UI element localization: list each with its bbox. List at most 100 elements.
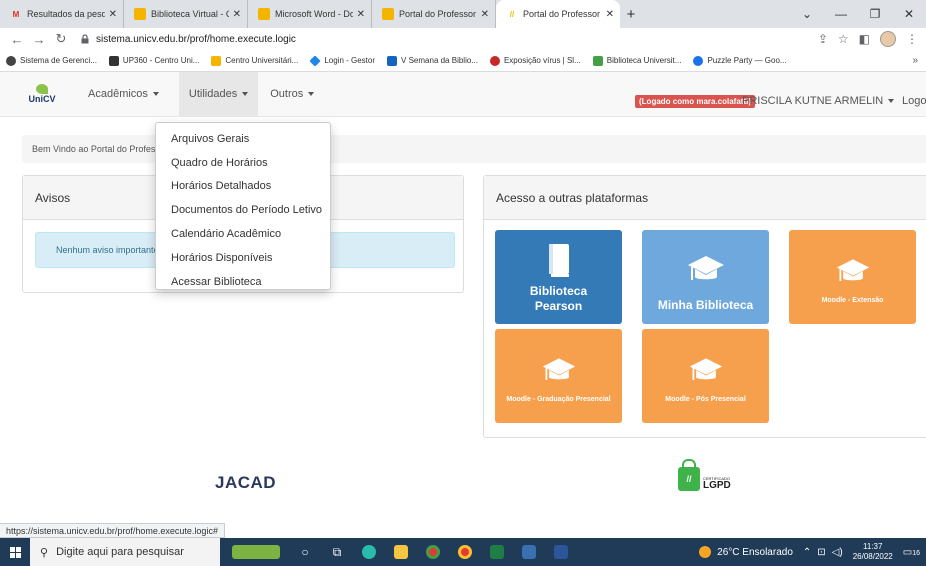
bookmark-item[interactable]: V Semana da Biblio... xyxy=(387,55,478,66)
word-icon[interactable] xyxy=(548,538,574,566)
close-tab-icon[interactable]: ✕ xyxy=(357,9,365,20)
news-widget-icon[interactable] xyxy=(226,538,286,566)
bookmark-item[interactable]: UP360 - Centro Uni... xyxy=(108,55,199,66)
clock-date: 26/08/2022 xyxy=(852,552,893,561)
close-tab-icon[interactable]: ✕ xyxy=(606,9,614,20)
user-menu[interactable]: PRISCILA KUTNE ARMELIN xyxy=(742,95,895,107)
tile-label: Moodle - Extensão xyxy=(821,297,884,304)
unicv-icon xyxy=(258,8,270,20)
taskbar-search[interactable]: ⚲ Digite aqui para pesquisar xyxy=(30,538,220,566)
bookmark-flag-icon xyxy=(387,55,398,66)
minimize-icon[interactable]: — xyxy=(824,0,858,28)
unicv-icon xyxy=(382,8,394,20)
browser-tab-active[interactable]: // Portal do Professor | SWAJAC ✕ xyxy=(496,0,620,28)
edge-icon[interactable] xyxy=(356,538,382,566)
network-icon[interactable]: ⊡ xyxy=(817,547,825,558)
tab-title: Biblioteca Virtual - Centro Un xyxy=(151,9,229,19)
windows-icon xyxy=(9,546,21,558)
lgpd-big: LGPD xyxy=(703,480,731,491)
bookmark-item[interactable]: Puzzle Party — Goo... xyxy=(693,55,787,66)
status-url: https://sistema.unicv.edu.br/prof/home.e… xyxy=(0,523,225,538)
excel-icon[interactable] xyxy=(484,538,510,566)
menu-item-calendario-academico[interactable]: Calendário Acadêmico xyxy=(156,222,330,246)
nav-utilidades[interactable]: Utilidades xyxy=(178,71,259,117)
browser-tab-strip: M Resultados da pesquisa - ma ✕ Bibliote… xyxy=(0,0,926,28)
nav-outros[interactable]: Outros xyxy=(266,72,318,117)
chrome-icon[interactable] xyxy=(420,538,446,566)
chevron-up-icon[interactable]: ⌃ xyxy=(803,547,811,558)
more-bookmarks-icon[interactable]: » xyxy=(912,55,918,66)
tile-moodle-pos[interactable]: Moodle - Pós Presencial xyxy=(642,329,769,423)
tile-label: Moodle - Graduação Presencial xyxy=(506,396,611,403)
bookmark-item[interactable]: Sistema de Gerenci... xyxy=(6,55,97,66)
menu-item-documentos-periodo[interactable]: Documentos do Período Letivo xyxy=(156,198,330,222)
reload-icon[interactable]: ↻ xyxy=(52,31,70,47)
browser-tab[interactable]: M Resultados da pesquisa - ma ✕ xyxy=(0,0,124,28)
notification-icon[interactable]: ▭16 xyxy=(903,547,920,558)
volume-icon[interactable]: ◁) xyxy=(832,547,843,558)
close-tab-icon[interactable]: ✕ xyxy=(233,9,241,20)
back-icon[interactable]: ← xyxy=(8,32,26,47)
gmail-icon: M xyxy=(12,9,20,19)
logout-link[interactable]: Logout xyxy=(902,95,926,107)
menu-item-arquivos-gerais[interactable]: Arquivos Gerais xyxy=(156,127,330,151)
caret-down-icon xyxy=(888,99,895,103)
graduation-cap-icon xyxy=(689,358,722,380)
tile-biblioteca-pearson[interactable]: Biblioteca Pearson xyxy=(495,230,622,324)
menu-item-horarios-disponiveis[interactable]: Horários Disponíveis xyxy=(156,246,330,270)
tile-moodle-extensao[interactable]: Moodle - Extensão xyxy=(789,230,916,324)
app-icon[interactable] xyxy=(516,538,542,566)
library-icon xyxy=(592,55,603,66)
panel-heading: Acesso a outras plataformas xyxy=(484,176,926,220)
unicv-logo[interactable]: UniCV xyxy=(22,84,62,104)
bookmark-label: Centro Universitári... xyxy=(225,56,299,65)
menu-item-quadro-horarios[interactable]: Quadro de Horários xyxy=(156,151,330,175)
bookmark-label: Exposição vírus | Sl... xyxy=(503,56,581,65)
bookmark-item[interactable]: Exposição vírus | Sl... xyxy=(489,55,581,66)
book-icon xyxy=(548,244,569,277)
panel-title: Avisos xyxy=(35,190,71,205)
folder-glyph xyxy=(394,545,408,559)
new-tab-button[interactable]: + xyxy=(620,0,642,28)
tile-moodle-graduacao[interactable]: Moodle - Graduação Presencial xyxy=(495,329,622,423)
close-window-icon[interactable]: ✕ xyxy=(892,0,926,28)
weather-text[interactable]: 26°C Ensolarado xyxy=(717,547,793,558)
tab-title: Microsoft Word - Documento xyxy=(275,9,353,19)
system-tray: 26°C Ensolarado ⌃ ⊡ ◁) 11:37 26/08/2022 … xyxy=(699,538,926,566)
url-field[interactable]: sistema.unicv.edu.br/prof/home.execute.l… xyxy=(80,34,818,45)
excel-glyph xyxy=(490,545,504,559)
start-button[interactable] xyxy=(0,538,30,566)
bookmark-label: Puzzle Party — Goo... xyxy=(707,56,787,65)
menu-item-horarios-detalhados[interactable]: Horários Detalhados xyxy=(156,175,330,199)
search-placeholder: Digite aqui para pesquisar xyxy=(56,546,184,558)
lgpd-seal: // CERTIFICADO LGPD xyxy=(678,459,731,491)
bookmark-star-icon[interactable]: ☆ xyxy=(838,32,849,46)
menu-item-acessar-biblioteca[interactable]: Acessar Biblioteca xyxy=(156,270,330,294)
edge-glyph xyxy=(362,545,376,559)
file-explorer-icon[interactable] xyxy=(388,538,414,566)
close-tab-icon[interactable]: ✕ xyxy=(109,9,117,20)
browser-tab[interactable]: Biblioteca Virtual - Centro Un ✕ xyxy=(124,0,248,28)
tab-search-icon[interactable]: ⌄ xyxy=(790,0,824,28)
menu-icon[interactable]: ⋮ xyxy=(906,32,918,46)
tile-minha-biblioteca[interactable]: Minha Biblioteca xyxy=(642,230,769,324)
tab-title: Portal do Professor - Centro xyxy=(399,9,477,19)
tile-label: Minha Biblioteca xyxy=(657,298,754,312)
restore-icon[interactable]: ❐ xyxy=(858,0,892,28)
cortana-icon[interactable]: ○ xyxy=(292,538,318,566)
bookmark-item[interactable]: Centro Universitári... xyxy=(211,55,299,66)
close-tab-icon[interactable]: ✕ xyxy=(481,9,489,20)
bookmark-item[interactable]: Login - Gestor xyxy=(309,54,375,67)
browser-tab[interactable]: Microsoft Word - Documento ✕ xyxy=(248,0,372,28)
browser-tab[interactable]: Portal do Professor - Centro ✕ xyxy=(372,0,496,28)
nav-academicos[interactable]: Acadêmicos xyxy=(84,72,163,117)
task-view-icon[interactable]: ⧉ xyxy=(324,538,350,566)
profile-avatar[interactable] xyxy=(880,31,896,47)
chrome-icon[interactable] xyxy=(452,538,478,566)
bookmark-item[interactable]: Biblioteca Universit... xyxy=(592,55,681,66)
share-icon[interactable]: ⇪ xyxy=(818,32,828,46)
forward-icon[interactable]: → xyxy=(30,32,48,47)
clock[interactable]: 11:37 26/08/2022 xyxy=(853,542,893,561)
breadcrumb-text: Bem Vindo ao Portal do Professor xyxy=(32,144,168,154)
side-panel-icon[interactable]: ◧ xyxy=(859,32,870,46)
